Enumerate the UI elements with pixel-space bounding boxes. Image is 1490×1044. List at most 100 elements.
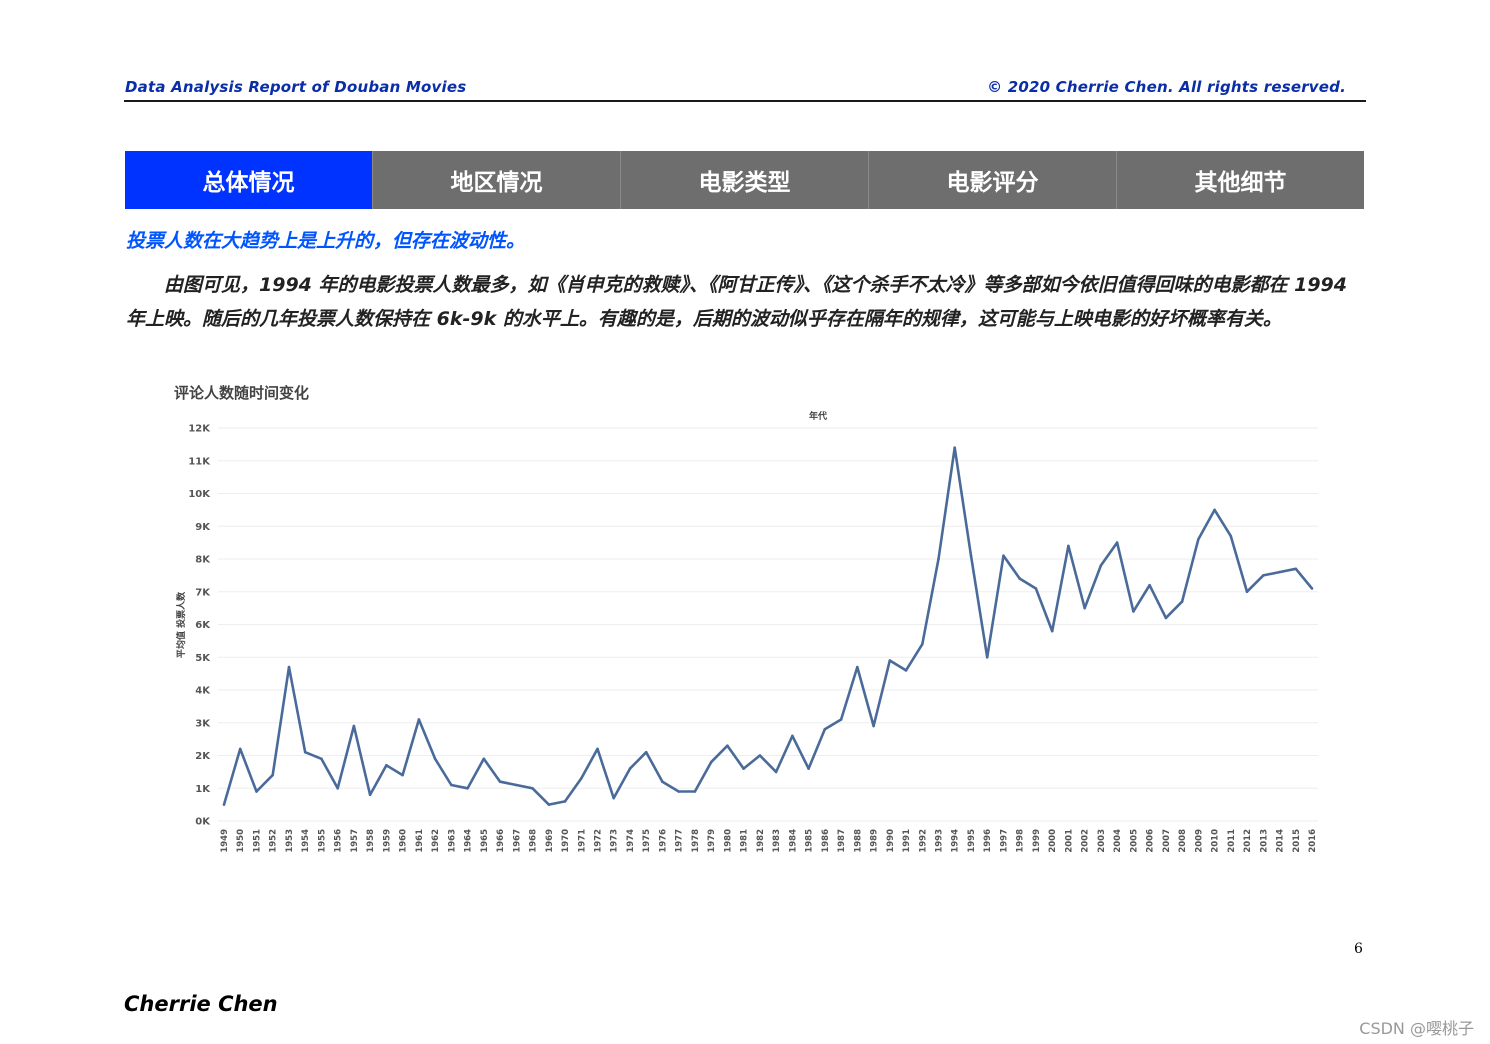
x-tick-label: 1990 bbox=[886, 829, 896, 853]
author-name: Cherrie Chen bbox=[124, 992, 278, 1016]
y-tick-label: 7K bbox=[195, 587, 211, 598]
x-tick-label: 1971 bbox=[577, 829, 587, 853]
x-tick-label: 2009 bbox=[1194, 829, 1204, 853]
data-point bbox=[839, 718, 843, 721]
data-point bbox=[693, 790, 697, 793]
tab-rating[interactable]: 电影评分 bbox=[869, 151, 1117, 209]
tab-details[interactable]: 其他细节 bbox=[1117, 151, 1364, 209]
data-point bbox=[401, 773, 404, 777]
data-point bbox=[580, 777, 583, 780]
x-tick-label: 1965 bbox=[480, 829, 490, 853]
page-header: Data Analysis Report of Douban Movies © … bbox=[124, 78, 1366, 102]
data-point bbox=[466, 787, 469, 790]
data-point bbox=[1115, 541, 1119, 544]
data-point bbox=[1002, 554, 1005, 557]
data-point bbox=[1018, 577, 1021, 580]
data-point bbox=[547, 803, 551, 806]
series-line bbox=[222, 446, 1314, 806]
data-point bbox=[1067, 544, 1070, 548]
data-point bbox=[709, 760, 713, 764]
y-tick-label: 4K bbox=[195, 686, 211, 697]
data-point bbox=[222, 803, 226, 806]
data-point bbox=[661, 780, 664, 783]
section-tabs: 总体情况 地区情况 电影类型 电影评分 其他细节 bbox=[125, 151, 1364, 209]
page-number: 6 bbox=[1354, 941, 1363, 957]
data-point bbox=[287, 665, 291, 669]
x-tick-label: 1969 bbox=[545, 829, 555, 853]
x-tick-label: 1977 bbox=[675, 829, 685, 853]
x-tick-label: 1972 bbox=[593, 829, 603, 853]
tab-region[interactable]: 地区情况 bbox=[373, 151, 621, 209]
data-point bbox=[596, 747, 599, 751]
data-point bbox=[644, 750, 648, 754]
x-tick-label: 1958 bbox=[366, 829, 376, 853]
data-point bbox=[303, 750, 307, 754]
data-point bbox=[872, 724, 875, 728]
data-point bbox=[255, 790, 258, 793]
x-tick-label: 1974 bbox=[626, 829, 636, 853]
x-tick-label: 1968 bbox=[529, 829, 539, 853]
x-tick-label: 1960 bbox=[399, 829, 409, 853]
data-point bbox=[937, 557, 940, 561]
y-tick-label: 10K bbox=[188, 489, 211, 500]
data-point bbox=[1294, 567, 1298, 571]
x-tick-label: 1980 bbox=[723, 829, 733, 853]
x-tick-label: 1982 bbox=[756, 829, 766, 853]
x-tick-label: 1953 bbox=[285, 829, 295, 853]
data-point bbox=[1229, 534, 1233, 538]
data-point bbox=[1213, 508, 1216, 512]
x-tick-label: 1987 bbox=[837, 829, 847, 853]
x-tick-label: 1961 bbox=[415, 829, 425, 853]
x-tick-label: 1949 bbox=[220, 829, 230, 853]
data-point bbox=[498, 780, 502, 783]
x-tick-label: 1989 bbox=[870, 829, 880, 853]
tab-overview[interactable]: 总体情况 bbox=[125, 151, 373, 209]
x-tick-label: 1979 bbox=[707, 829, 717, 853]
x-tick-label: 1984 bbox=[788, 829, 798, 853]
copyright-notice: © 2020 Cherrie Chen. All rights reserved… bbox=[987, 78, 1346, 96]
y-tick-label: 1K bbox=[195, 784, 211, 795]
data-point bbox=[726, 744, 729, 747]
x-tick-label: 1976 bbox=[658, 829, 668, 853]
data-point bbox=[921, 642, 924, 646]
data-point bbox=[271, 773, 274, 777]
x-tick-label: 2015 bbox=[1292, 829, 1302, 853]
x-tick-label: 2006 bbox=[1146, 829, 1156, 853]
y-tick-label: 12K bbox=[188, 424, 211, 435]
data-point bbox=[969, 554, 973, 557]
x-tick-label: 1993 bbox=[935, 829, 945, 853]
x-tick-label: 1970 bbox=[561, 829, 571, 853]
x-tick-label: 2002 bbox=[1081, 829, 1091, 853]
x-tick-label: 1973 bbox=[610, 829, 620, 853]
data-point bbox=[1245, 590, 1249, 593]
x-tick-label: 1999 bbox=[1032, 829, 1042, 853]
x-tick-label: 2013 bbox=[1259, 829, 1269, 853]
x-tick-label: 2005 bbox=[1129, 829, 1139, 853]
data-point bbox=[320, 757, 323, 761]
line-chart: 年代平均值 投票人数 0K 1K 2K 3K 4K 5K 6K 7K 8K 9K 10K 11K 12K 1… bbox=[175, 410, 1318, 853]
data-point bbox=[482, 757, 486, 761]
x-tick-label: 2014 bbox=[1276, 829, 1286, 853]
data-point bbox=[1278, 570, 1281, 574]
report-title: Data Analysis Report of Douban Movies bbox=[125, 78, 467, 96]
x-tick-label: 2010 bbox=[1211, 829, 1221, 853]
x-tick-label: 2003 bbox=[1097, 829, 1107, 853]
x-tick-label: 2008 bbox=[1178, 829, 1188, 853]
x-tick-label: 2000 bbox=[1048, 829, 1058, 853]
x-tick-label: 1986 bbox=[821, 829, 831, 853]
data-point bbox=[368, 793, 372, 797]
data-point bbox=[1083, 606, 1086, 610]
x-tick-label: 1981 bbox=[740, 829, 750, 853]
x-tick-label: 1964 bbox=[464, 829, 474, 853]
x-tick-label: 1957 bbox=[350, 829, 360, 853]
x-tick-label: 1959 bbox=[382, 829, 392, 853]
x-tick-label: 1988 bbox=[853, 829, 863, 853]
y-tick-label: 6K bbox=[195, 620, 211, 631]
data-point bbox=[823, 728, 827, 731]
tab-genre[interactable]: 电影类型 bbox=[621, 151, 869, 209]
x-tick-label: 1955 bbox=[317, 829, 327, 853]
x-tick-label: 1998 bbox=[1016, 829, 1026, 853]
data-point bbox=[742, 767, 745, 770]
data-point bbox=[1034, 587, 1038, 590]
x-tick-label: 1996 bbox=[983, 829, 993, 853]
